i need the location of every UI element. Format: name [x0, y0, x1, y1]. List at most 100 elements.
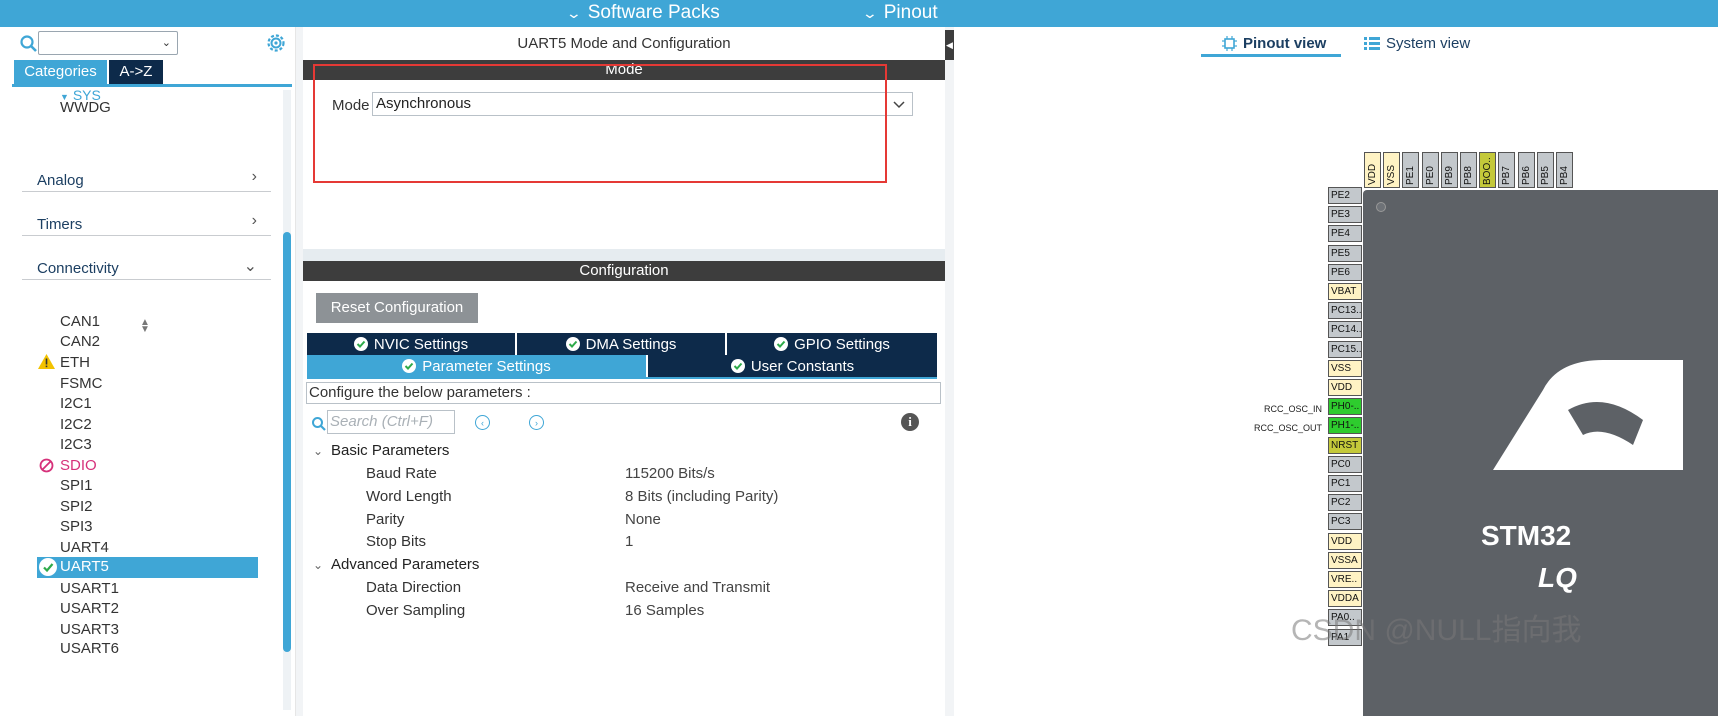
check-icon: [39, 558, 57, 576]
check-icon: [402, 359, 417, 373]
chevron-down-icon[interactable]: ⌄: [162, 36, 171, 49]
param-value-over-sampling[interactable]: 16 Samples: [625, 602, 704, 619]
pinout-menu[interactable]: ⌄ Pinout: [862, 2, 938, 24]
chevron-down-icon: ⌄: [313, 558, 324, 572]
list-item-usart1[interactable]: USART1: [60, 579, 119, 599]
category-analog[interactable]: Analog ›: [22, 162, 271, 192]
pin-vdd[interactable]: VDD: [1364, 152, 1381, 188]
pin-vdd[interactable]: VDD: [1328, 379, 1362, 396]
pin-pc2[interactable]: PC2: [1328, 494, 1362, 512]
search-icon[interactable]: [19, 34, 39, 54]
reset-configuration-button[interactable]: Reset Configuration: [316, 293, 478, 323]
check-icon: [353, 337, 368, 351]
param-value-stop-bits[interactable]: 1: [625, 533, 633, 550]
pin-vbat[interactable]: VBAT: [1328, 283, 1362, 300]
pin-pe3[interactable]: PE3: [1328, 206, 1362, 224]
pin-pb8[interactable]: PB8: [1460, 152, 1477, 188]
configuration-section-header: Configuration: [303, 261, 945, 281]
param-value-baud-rate[interactable]: 115200 Bits/s: [625, 465, 715, 482]
param-value-data-direction[interactable]: Receive and Transmit: [625, 579, 770, 596]
chevron-down-icon: ⌄: [313, 444, 324, 458]
scrollbar-thumb[interactable]: [283, 232, 291, 652]
signal-label-osc-out: RCC_OSC_OUT: [1253, 423, 1322, 433]
pin-nrst[interactable]: NRST: [1328, 436, 1362, 454]
pin-pe2[interactable]: PE2: [1328, 187, 1362, 204]
pin-ph0[interactable]: PH0-..: [1328, 398, 1362, 416]
pin-boo[interactable]: BOO..: [1479, 152, 1497, 188]
tab-parameter-settings[interactable]: Parameter Settings: [307, 355, 647, 377]
software-packs-menu[interactable]: ⌄ Software Packs: [566, 2, 720, 24]
next-result-icon[interactable]: ›: [529, 415, 544, 430]
list-item-i2c3[interactable]: I2C3: [60, 435, 92, 455]
pin-pc13[interactable]: PC13..: [1328, 302, 1362, 320]
sort-icon[interactable]: ▲ ▼: [140, 318, 150, 335]
pin-vssa[interactable]: VSSA: [1328, 551, 1362, 569]
pin-pb7[interactable]: PB7: [1498, 152, 1516, 188]
search-combobox[interactable]: ⌄: [38, 31, 178, 55]
pin-vss[interactable]: VSS: [1328, 359, 1362, 377]
list-item-wwdg[interactable]: WWDG: [60, 98, 111, 118]
list-item-fsmc[interactable]: FSMC: [60, 374, 103, 394]
pin-pc14[interactable]: PC14..: [1328, 321, 1362, 339]
param-value-parity[interactable]: None: [625, 511, 661, 528]
list-item-i2c2[interactable]: I2C2: [60, 415, 92, 435]
pin-pb6[interactable]: PB6: [1517, 152, 1535, 188]
pin-pc15[interactable]: PC15..: [1328, 340, 1362, 358]
list-item-spi2[interactable]: SPI2: [60, 497, 93, 517]
list-item-spi3[interactable]: SPI3: [60, 517, 93, 537]
list-item-i2c1[interactable]: I2C1: [60, 394, 92, 414]
pin-pe6[interactable]: PE6: [1328, 263, 1362, 281]
advanced-parameters-group[interactable]: ⌄ Advanced Parameters: [313, 556, 479, 573]
param-name-data-direction: Data Direction: [366, 579, 462, 596]
pin-pb5[interactable]: PB5: [1536, 152, 1554, 188]
list-item-sdio[interactable]: SDIO: [60, 456, 97, 476]
tab-label: NVIC Settings: [373, 335, 469, 353]
panel-divider[interactable]: [945, 27, 954, 716]
list-item-usart6[interactable]: USART6: [60, 639, 119, 659]
pin-pc0[interactable]: PC0: [1328, 455, 1362, 473]
pin-ph1[interactable]: PH1-..: [1328, 417, 1362, 435]
list-item-can2[interactable]: CAN2: [60, 332, 100, 352]
pin-vss[interactable]: VSS: [1383, 152, 1401, 188]
tab-gpio-settings[interactable]: GPIO Settings: [727, 333, 937, 355]
list-item-eth[interactable]: ETH: [60, 353, 90, 373]
pin-pc3[interactable]: PC3: [1328, 513, 1362, 531]
pin-pe5[interactable]: PE5: [1328, 244, 1362, 262]
tab-user-constants[interactable]: User Constants: [648, 355, 937, 377]
list-item-can1[interactable]: CAN1: [60, 312, 100, 332]
splitter-band[interactable]: [303, 249, 945, 261]
basic-parameters-group[interactable]: ⌄ Basic Parameters: [313, 442, 449, 459]
tab-dma-settings[interactable]: DMA Settings: [517, 333, 726, 355]
chevron-down-icon[interactable]: [886, 94, 911, 114]
pin-pc1[interactable]: PC1: [1328, 475, 1362, 492]
pin-pb9[interactable]: PB9: [1440, 152, 1458, 188]
category-timers[interactable]: Timers ›: [22, 206, 271, 236]
previous-result-icon[interactable]: ‹: [475, 415, 490, 430]
tab-a-z[interactable]: A->Z: [109, 60, 163, 84]
tab-categories[interactable]: Categories: [14, 60, 107, 84]
list-item-uart4[interactable]: UART4: [60, 538, 109, 558]
pin-pe1[interactable]: PE1: [1402, 152, 1420, 188]
collapse-handle-icon[interactable]: ◀: [945, 30, 954, 60]
pin-label: PB8: [1463, 166, 1474, 185]
param-name-baud-rate: Baud Rate: [366, 465, 437, 482]
list-item-usart2[interactable]: USART2: [60, 599, 119, 619]
category-connectivity[interactable]: Connectivity ⌄: [22, 250, 271, 280]
list-item-spi1[interactable]: SPI1: [60, 476, 93, 496]
pin-vre[interactable]: VRE..: [1328, 571, 1362, 588]
tab-pinout-view[interactable]: Pinout view: [1222, 35, 1326, 52]
list-item-uart5[interactable]: UART5: [37, 557, 258, 578]
tab-nvic-settings[interactable]: NVIC Settings: [307, 333, 516, 355]
tab-underline: [307, 377, 937, 379]
tab-system-view[interactable]: System view: [1364, 35, 1470, 52]
list-item-usart3[interactable]: USART3: [60, 620, 119, 640]
param-value-word-length[interactable]: 8 Bits (including Parity): [625, 488, 778, 505]
pin-pe0[interactable]: PE0: [1421, 152, 1439, 188]
pin-pb4[interactable]: PB4: [1556, 152, 1573, 188]
info-icon[interactable]: i: [901, 413, 919, 431]
pin-vdd[interactable]: VDD: [1328, 532, 1362, 550]
parameter-search-input[interactable]: Search (Ctrl+F): [327, 410, 455, 434]
pin-pe4[interactable]: PE4: [1328, 225, 1362, 243]
panel-divider[interactable]: [296, 27, 303, 716]
gear-icon[interactable]: [264, 31, 288, 55]
